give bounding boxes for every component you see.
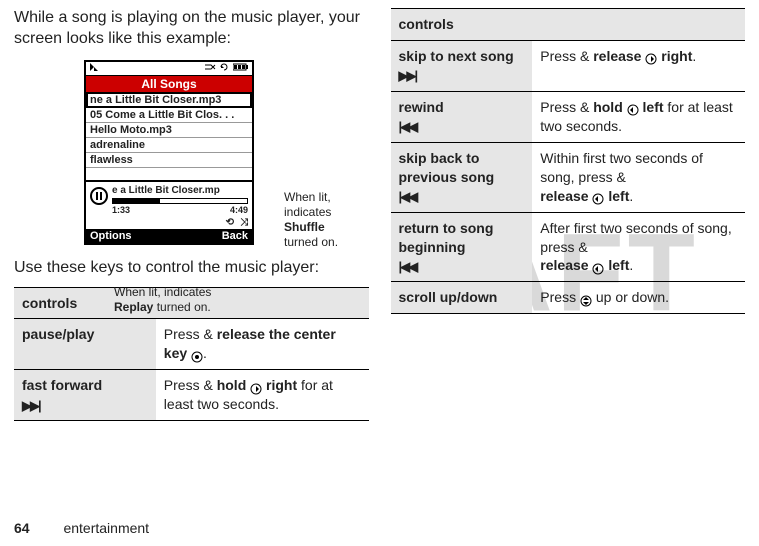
pause-icon [90,187,108,205]
replay-status-icon [220,62,230,74]
control-desc: After first two seconds of song, press &… [532,212,745,282]
indicator-row: ⟲ ⤨ [86,216,252,229]
song-row: 05 Come a Little Bit Clos. . . [86,108,252,123]
time-elapsed: 1:33 [112,205,130,215]
control-desc: Within first two seconds of song, press … [532,142,745,212]
controls-table-right: controls skip to next song ▶▶| Press & r… [391,8,746,314]
skip-back-icon: |◀◀ [399,188,417,206]
callout-shuffle: When lit, indicates Shuffle turned on. [284,190,369,250]
nav-left-icon [592,261,604,273]
control-label: scroll up/down [391,282,533,314]
control-desc: Press & release the center key . [156,319,369,370]
control-label: skip to next song ▶▶| [391,40,533,91]
control-desc: Press & hold left for at least two secon… [532,91,745,142]
control-label: pause/play [14,319,156,370]
nav-right-icon [645,51,657,63]
skip-next-icon: ▶▶| [399,67,417,85]
control-desc: Press & hold right for at least two seco… [156,370,369,421]
song-row: flawless [86,153,252,168]
time-total: 4:49 [230,205,248,215]
control-label: fast forward ▶▶| [14,370,156,421]
song-row: Hello Moto.mp3 [86,123,252,138]
battery-icon [233,62,249,74]
shuffle-indicator-icon: ⤨ [240,217,248,228]
skip-back-icon: |◀◀ [399,258,417,276]
softkey-left: Options [90,230,132,242]
control-label: rewind |◀◀ [391,91,533,142]
control-desc: Press & release right. [532,40,745,91]
controls-header: controls [391,9,746,41]
control-desc: Press up or down. [532,282,745,314]
screen-title: All Songs [86,76,252,92]
control-label: return to song beginning |◀◀ [391,212,533,282]
page-number: 64 [14,520,30,536]
nav-left-icon [592,191,604,203]
nav-updown-icon [580,293,592,305]
control-label: skip back to previous song |◀◀ [391,142,533,212]
fast-forward-icon: ▶▶| [22,397,40,415]
page-footer: 64 entertainment [14,520,149,536]
rewind-icon: |◀◀ [399,118,417,136]
intro-text: While a song is playing on the music pla… [14,8,369,50]
softkey-right: Back [222,230,248,242]
now-playing-title: e a Little Bit Closer.mp [112,185,248,196]
callout-replay: When lit, indicates Replay turned on. [114,285,234,315]
signal-icon [89,62,99,75]
progress-bar [112,198,248,204]
shuffle-status-icon [205,62,217,74]
status-bar [86,62,252,76]
nav-center-icon [191,349,203,361]
song-row: adrenaline [86,138,252,153]
phone-mockup: All Songs ne a Little Bit Closer.mp3 05 … [84,60,254,245]
replay-indicator-icon: ⟲ [226,217,234,228]
nav-left-icon [627,102,639,114]
song-row-selected: ne a Little Bit Closer.mp3 [86,92,252,108]
nav-right-icon [250,381,262,393]
use-keys-text: Use these keys to control the music play… [14,259,369,277]
section-name: entertainment [63,520,149,536]
now-playing-panel: e a Little Bit Closer.mp 1:33 4:49 [86,180,252,216]
